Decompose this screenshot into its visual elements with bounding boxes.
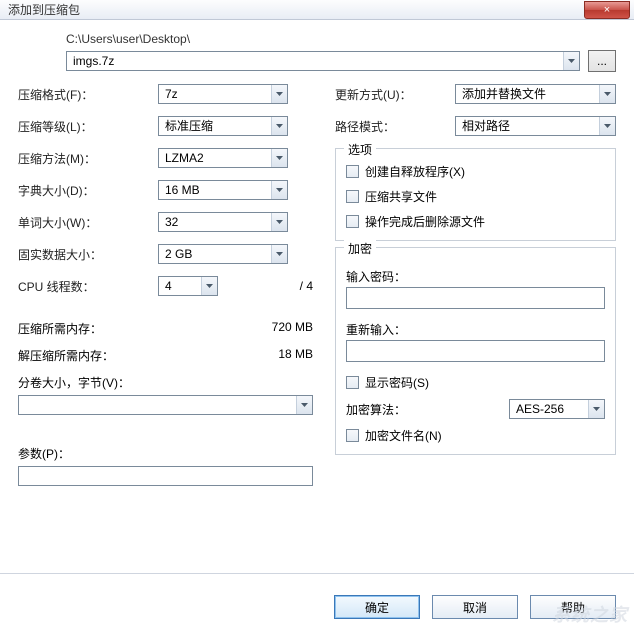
cpu-value: 4	[159, 277, 201, 295]
repassword-input[interactable]	[346, 340, 605, 362]
chevron-down-icon	[271, 213, 287, 231]
dict-label: 字典大小(D)：	[18, 182, 158, 199]
sfx-checkbox[interactable]: 创建自释放程序(X)	[346, 163, 605, 180]
level-label: 压缩等级(L)：	[18, 118, 158, 135]
format-label: 压缩格式(F)：	[18, 86, 158, 103]
cancel-button[interactable]: 取消	[432, 595, 518, 619]
chevron-down-icon	[271, 181, 287, 199]
memc-value: 720 MB	[272, 320, 313, 337]
update-combo[interactable]: 添加并替换文件	[455, 84, 616, 104]
memc-label: 压缩所需内存：	[18, 320, 102, 337]
show-password-checkbox[interactable]: 显示密码(S)	[346, 374, 605, 391]
solid-value: 2 GB	[159, 245, 271, 263]
level-combo[interactable]: 标准压缩	[158, 116, 288, 136]
help-button[interactable]: 帮助	[530, 595, 616, 619]
enc-method-label: 加密算法：	[346, 401, 503, 418]
left-column: 压缩格式(F)： 7z 压缩等级(L)： 标准压缩 压缩方法(M)：	[18, 84, 313, 486]
format-value: 7z	[159, 85, 271, 103]
filename-row: imgs.7z ...	[0, 50, 634, 84]
share-label: 压缩共享文件	[365, 188, 437, 205]
dict-value: 16 MB	[159, 181, 271, 199]
archive-filename-value: imgs.7z	[67, 52, 563, 70]
memd-label: 解压缩所需内存：	[18, 347, 114, 364]
volume-label: 分卷大小，字节(V)：	[18, 374, 313, 391]
cpu-combo[interactable]: 4	[158, 276, 218, 296]
update-label: 更新方式(U)：	[335, 86, 455, 103]
chevron-down-icon	[271, 149, 287, 167]
ok-label: 确定	[365, 599, 389, 616]
cancel-label: 取消	[463, 599, 487, 616]
chevron-down-icon	[201, 277, 217, 295]
checkbox-icon	[346, 429, 359, 442]
method-label: 压缩方法(M)：	[18, 150, 158, 167]
encrypt-names-checkbox[interactable]: 加密文件名(N)	[346, 427, 605, 444]
chevron-down-icon	[563, 52, 579, 70]
path-label: C:\Users\user\Desktop\	[0, 20, 634, 50]
pathmode-combo[interactable]: 相对路径	[455, 116, 616, 136]
chevron-down-icon	[599, 117, 615, 135]
checkbox-icon	[346, 190, 359, 203]
chevron-down-icon	[271, 117, 287, 135]
ellipsis-icon: ...	[597, 54, 607, 68]
delete-label: 操作完成后删除源文件	[365, 213, 485, 230]
encrypt-names-label: 加密文件名(N)	[365, 427, 442, 444]
chevron-down-icon	[296, 396, 312, 414]
show-password-label: 显示密码(S)	[365, 374, 429, 391]
method-value: LZMA2	[159, 149, 271, 167]
pathmode-value: 相对路径	[456, 117, 599, 135]
enc-method-value: AES-256	[510, 400, 588, 418]
checkbox-icon	[346, 165, 359, 178]
volume-combo[interactable]	[18, 395, 313, 415]
delete-checkbox[interactable]: 操作完成后删除源文件	[346, 213, 605, 230]
solid-combo[interactable]: 2 GB	[158, 244, 288, 264]
right-column: 更新方式(U)： 添加并替换文件 路径模式： 相对路径 选项	[335, 84, 616, 486]
checkbox-icon	[346, 376, 359, 389]
word-label: 单词大小(W)：	[18, 214, 158, 231]
checkbox-icon	[346, 215, 359, 228]
enc-method-combo[interactable]: AES-256	[509, 399, 605, 419]
update-value: 添加并替换文件	[456, 85, 599, 103]
format-combo[interactable]: 7z	[158, 84, 288, 104]
method-combo[interactable]: LZMA2	[158, 148, 288, 168]
memd-value: 18 MB	[278, 347, 313, 364]
share-checkbox[interactable]: 压缩共享文件	[346, 188, 605, 205]
encryption-group: 加密 输入密码： 重新输入： 显示密码(S) 加密算法： AES-256 加密文…	[335, 247, 616, 455]
word-combo[interactable]: 32	[158, 212, 288, 232]
encryption-legend: 加密	[344, 240, 376, 257]
chevron-down-icon	[588, 400, 604, 418]
cpu-total: / 4	[300, 279, 313, 293]
password-input[interactable]	[346, 287, 605, 309]
help-label: 帮助	[561, 599, 585, 616]
window-title: 添加到压缩包	[8, 1, 80, 18]
chevron-down-icon	[271, 245, 287, 263]
options-legend: 选项	[344, 141, 376, 158]
repassword-label: 重新输入：	[346, 321, 605, 338]
form-columns: 压缩格式(F)： 7z 压缩等级(L)： 标准压缩 压缩方法(M)：	[0, 84, 634, 486]
browse-button[interactable]: ...	[588, 50, 616, 72]
archive-filename-combo[interactable]: imgs.7z	[66, 51, 580, 71]
chevron-down-icon	[271, 85, 287, 103]
params-label: 参数(P)：	[18, 445, 313, 462]
sfx-label: 创建自释放程序(X)	[365, 163, 465, 180]
params-input[interactable]	[18, 466, 313, 486]
level-value: 标准压缩	[159, 117, 271, 135]
dict-combo[interactable]: 16 MB	[158, 180, 288, 200]
titlebar: 添加到压缩包 ×	[0, 0, 634, 20]
word-value: 32	[159, 213, 271, 231]
password-label: 输入密码：	[346, 268, 605, 285]
divider	[0, 573, 634, 575]
ok-button[interactable]: 确定	[334, 595, 420, 619]
close-icon: ×	[604, 4, 610, 16]
button-bar: 确定 取消 帮助	[0, 595, 634, 619]
chevron-down-icon	[599, 85, 615, 103]
close-button[interactable]: ×	[584, 1, 630, 19]
pathmode-label: 路径模式：	[335, 118, 455, 135]
solid-label: 固实数据大小：	[18, 246, 158, 263]
options-group: 选项 创建自释放程序(X) 压缩共享文件 操作完成后删除源文件	[335, 148, 616, 241]
cpu-label: CPU 线程数：	[18, 278, 158, 295]
